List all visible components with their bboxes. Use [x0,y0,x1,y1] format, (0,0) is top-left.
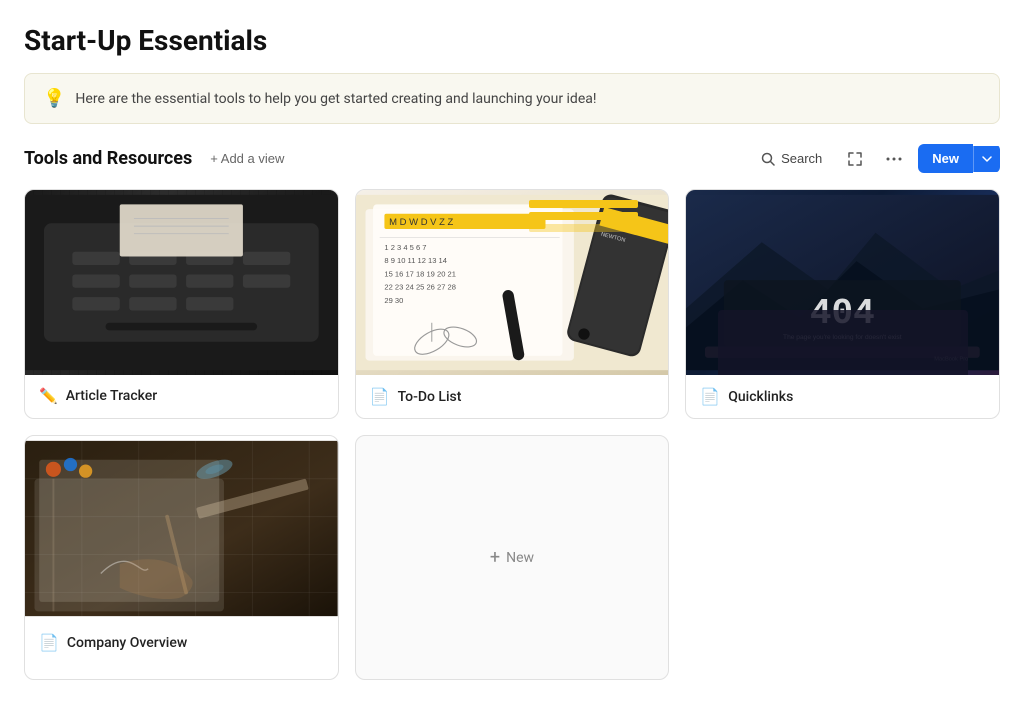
card-title-company-overview: Company Overview [67,635,187,651]
calendar-svg: M D W D V Z Z 1 2 3 4 5 6 7 8 9 10 11 12… [356,190,669,375]
expand-icon [848,152,862,166]
toolbar-right: Search New [751,144,1000,173]
doc-icon-todo: 📄 [370,387,390,406]
new-card-plus-icon: + [490,547,500,568]
doc-icon-company: 📄 [39,633,59,652]
banner-icon: 💡 [43,88,65,109]
more-options-button[interactable] [878,151,910,167]
svg-text:The page you're looking for do: The page you're looking for doesn't exis… [783,334,902,341]
card-to-do-list[interactable]: M D W D V Z Z 1 2 3 4 5 6 7 8 9 10 11 12… [355,189,670,419]
card-image-company-overview [25,436,338,621]
new-card-inner: + New [490,547,534,568]
doc-icon-quicklinks: 📄 [700,387,720,406]
new-button[interactable]: New [918,144,973,173]
search-label: Search [781,151,822,166]
card-article-tracker[interactable]: ✏️ Article Tracker [24,189,339,419]
svg-text:404: 404 [810,293,875,334]
card-quicklinks[interactable]: 404 The page you're looking for doesn't … [685,189,1000,419]
search-button[interactable]: Search [751,145,832,172]
card-footer-article-tracker: ✏️ Article Tracker [25,375,338,417]
card-title-quicklinks: Quicklinks [728,389,793,405]
card-company-overview[interactable]: 📄 Company Overview [24,435,339,680]
cards-grid: ✏️ Article Tracker M D W D V Z Z [24,189,1000,680]
svg-text:29 30: 29 30 [384,296,403,305]
new-dropdown-button[interactable] [973,146,1000,172]
laptop-svg: 404 The page you're looking for doesn't … [686,190,999,375]
card-image-to-do-list: M D W D V Z Z 1 2 3 4 5 6 7 8 9 10 11 12… [356,190,669,375]
page-wrapper: Start-Up Essentials 💡 Here are the essen… [0,0,1024,704]
add-view-button[interactable]: + Add a view [204,147,290,170]
add-view-label: + Add a view [210,151,284,166]
svg-text:22 23 24 25 26 27 28: 22 23 24 25 26 27 28 [384,283,456,292]
new-card-label: New [506,550,534,566]
blueprint-svg [25,436,338,621]
card-footer-company-overview: 📄 Company Overview [25,621,338,664]
card-title-to-do-list: To-Do List [398,389,462,405]
chevron-down-icon [982,156,992,162]
svg-text:15 16 17 18 19 20 21: 15 16 17 18 19 20 21 [384,269,456,278]
card-image-quicklinks: 404 The page you're looking for doesn't … [686,190,999,375]
card-title-article-tracker: Article Tracker [66,388,158,404]
new-button-group: New [918,144,1000,173]
card-footer-quicklinks: 📄 Quicklinks [686,375,999,418]
typewriter-svg [25,190,338,375]
banner-text: Here are the essential tools to help you… [75,91,596,107]
svg-text:1 2 3 4 5 6 7: 1 2 3 4 5 6 7 [384,243,426,252]
page-title: Start-Up Essentials [24,24,1000,57]
toolbar: Tools and Resources + Add a view Search [24,144,1000,173]
card-image-article-tracker [25,190,338,375]
banner: 💡 Here are the essential tools to help y… [24,73,1000,124]
card-footer-to-do-list: 📄 To-Do List [356,375,669,418]
new-card[interactable]: + New [355,435,670,680]
svg-text:8 9 10 11 12 13 14: 8 9 10 11 12 13 14 [384,256,447,265]
expand-button[interactable] [840,146,870,172]
section-title: Tools and Resources [24,148,192,169]
pencil-icon: ✏️ [39,387,58,405]
more-icon [886,157,902,161]
toolbar-left: Tools and Resources + Add a view [24,147,290,170]
search-icon [761,152,775,166]
svg-text:MacBook Pro: MacBook Pro [935,357,969,363]
svg-text:M D W D V Z Z: M D W D V Z Z [389,217,453,228]
